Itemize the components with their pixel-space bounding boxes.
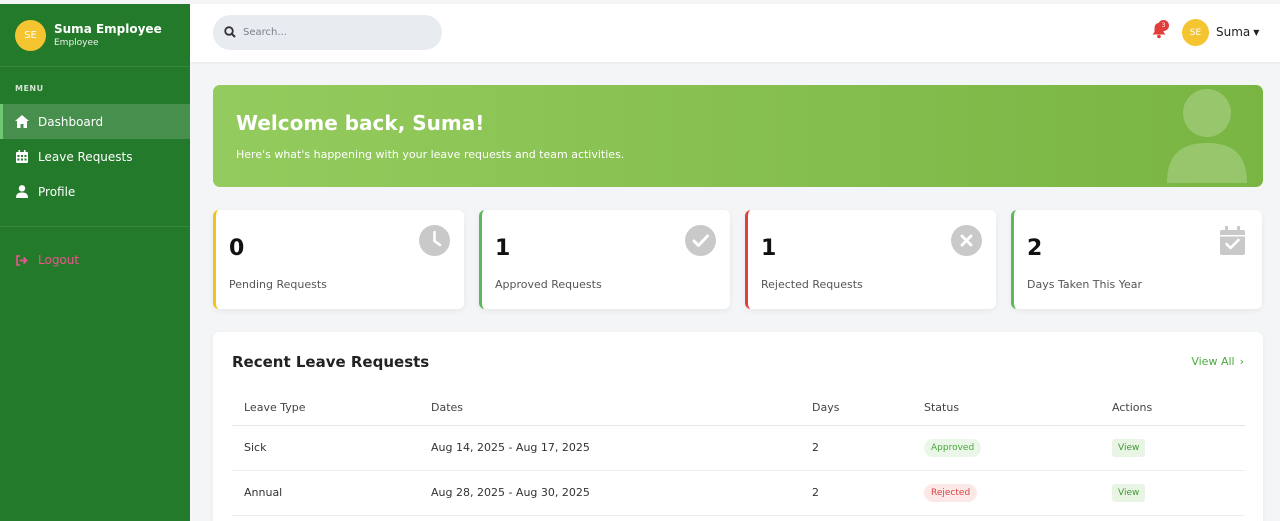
panel-title: Recent Leave Requests <box>232 353 430 371</box>
caret-down-icon: ▼ <box>1253 27 1260 37</box>
stat-value: 2 <box>1027 236 1043 261</box>
column-header: Days <box>800 390 912 426</box>
column-header: Dates <box>419 390 800 426</box>
stat-card-rejected: 1 Rejected Requests <box>745 210 996 309</box>
welcome-subtitle: Here's what's happening with your leave … <box>236 148 625 161</box>
leave-requests-table: Leave Type Dates Days Status Actions Sic… <box>232 390 1245 516</box>
cell-status: Rejected <box>912 470 1100 516</box>
stat-value: 1 <box>495 236 511 261</box>
stat-label: Approved Requests <box>495 278 602 291</box>
recent-leave-requests: Recent Leave Requests View All › Leave T… <box>213 332 1263 521</box>
cell-dates: Aug 28, 2025 - Aug 30, 2025 <box>419 470 800 516</box>
user-role: Employee <box>54 37 99 48</box>
cell-dates: Aug 14, 2025 - Aug 17, 2025 <box>419 425 800 471</box>
sidebar-item-label: Leave Requests <box>38 149 133 164</box>
cell-leave-type: Sick <box>232 425 419 471</box>
sidebar: SE Suma Employee Employee MENU Dashboard… <box>0 4 190 521</box>
user-silhouette-icon <box>1167 89 1247 183</box>
sidebar-divider <box>0 226 190 227</box>
search-icon <box>224 23 236 42</box>
cell-days: 2 <box>800 470 912 516</box>
search-input[interactable] <box>243 27 423 38</box>
logout-label: Logout <box>38 253 80 267</box>
user-menu[interactable]: Suma ▼ <box>1216 25 1259 39</box>
stat-card-pending: 0 Pending Requests <box>213 210 464 309</box>
view-button[interactable]: View <box>1112 483 1146 502</box>
table-row: Sick Aug 14, 2025 - Aug 17, 2025 2 Appro… <box>232 425 1245 471</box>
check-circle-icon <box>685 225 716 256</box>
calendar-icon <box>15 150 29 164</box>
clock-icon <box>419 225 450 256</box>
sidebar-item-profile[interactable]: Profile <box>0 174 190 209</box>
cell-status: Approved <box>912 425 1100 471</box>
logout-icon <box>15 253 29 267</box>
sidebar-brand: SE Suma Employee Employee <box>0 4 190 67</box>
chevron-right-icon: › <box>1239 355 1244 368</box>
user-name: Suma Employee <box>54 21 162 36</box>
brand-text: Suma Employee Employee <box>54 22 162 49</box>
cell-leave-type: Annual <box>232 470 419 516</box>
column-header: Leave Type <box>232 390 419 426</box>
stat-card-approved: 1 Approved Requests <box>479 210 730 309</box>
avatar[interactable]: SE <box>1182 19 1209 46</box>
menu-heading: MENU <box>15 84 44 93</box>
topbar: 3 SE Suma ▼ <box>190 4 1280 62</box>
column-header: Status <box>912 390 1100 426</box>
calendar-check-icon <box>1220 226 1245 255</box>
view-button[interactable]: View <box>1112 438 1146 457</box>
search-box[interactable] <box>213 15 442 50</box>
cell-days: 2 <box>800 425 912 471</box>
table-row: Annual Aug 28, 2025 - Aug 30, 2025 2 Rej… <box>232 470 1245 516</box>
sidebar-item-label: Dashboard <box>38 114 104 129</box>
user-icon <box>15 185 29 199</box>
column-header: Actions <box>1100 390 1245 426</box>
cell-actions: View <box>1100 425 1245 471</box>
stat-label: Pending Requests <box>229 278 327 291</box>
logout-button[interactable]: Logout <box>0 244 190 276</box>
stat-card-days-taken: 2 Days Taken This Year <box>1011 210 1262 309</box>
sidebar-item-label: Profile <box>38 184 76 199</box>
stat-label: Days Taken This Year <box>1027 278 1143 291</box>
stat-value: 0 <box>229 236 245 261</box>
status-badge: Approved <box>924 438 982 457</box>
view-all-link[interactable]: View All › <box>1191 355 1244 368</box>
sidebar-item-dashboard[interactable]: Dashboard <box>0 104 190 139</box>
x-circle-icon <box>951 225 982 256</box>
home-icon <box>15 115 29 129</box>
status-badge: Rejected <box>924 483 978 502</box>
notification-badge: 3 <box>1158 20 1169 31</box>
welcome-banner: Welcome back, Suma! Here's what's happen… <box>213 85 1263 187</box>
stat-value: 1 <box>761 236 777 261</box>
view-all-label: View All <box>1191 355 1235 368</box>
sidebar-item-leave-requests[interactable]: Leave Requests <box>0 139 190 174</box>
table-header-row: Leave Type Dates Days Status Actions <box>232 390 1245 426</box>
avatar: SE <box>15 19 46 51</box>
welcome-title: Welcome back, Suma! <box>236 111 485 135</box>
user-menu-name: Suma <box>1216 25 1251 39</box>
cell-actions: View <box>1100 470 1245 516</box>
stat-label: Rejected Requests <box>761 278 863 291</box>
